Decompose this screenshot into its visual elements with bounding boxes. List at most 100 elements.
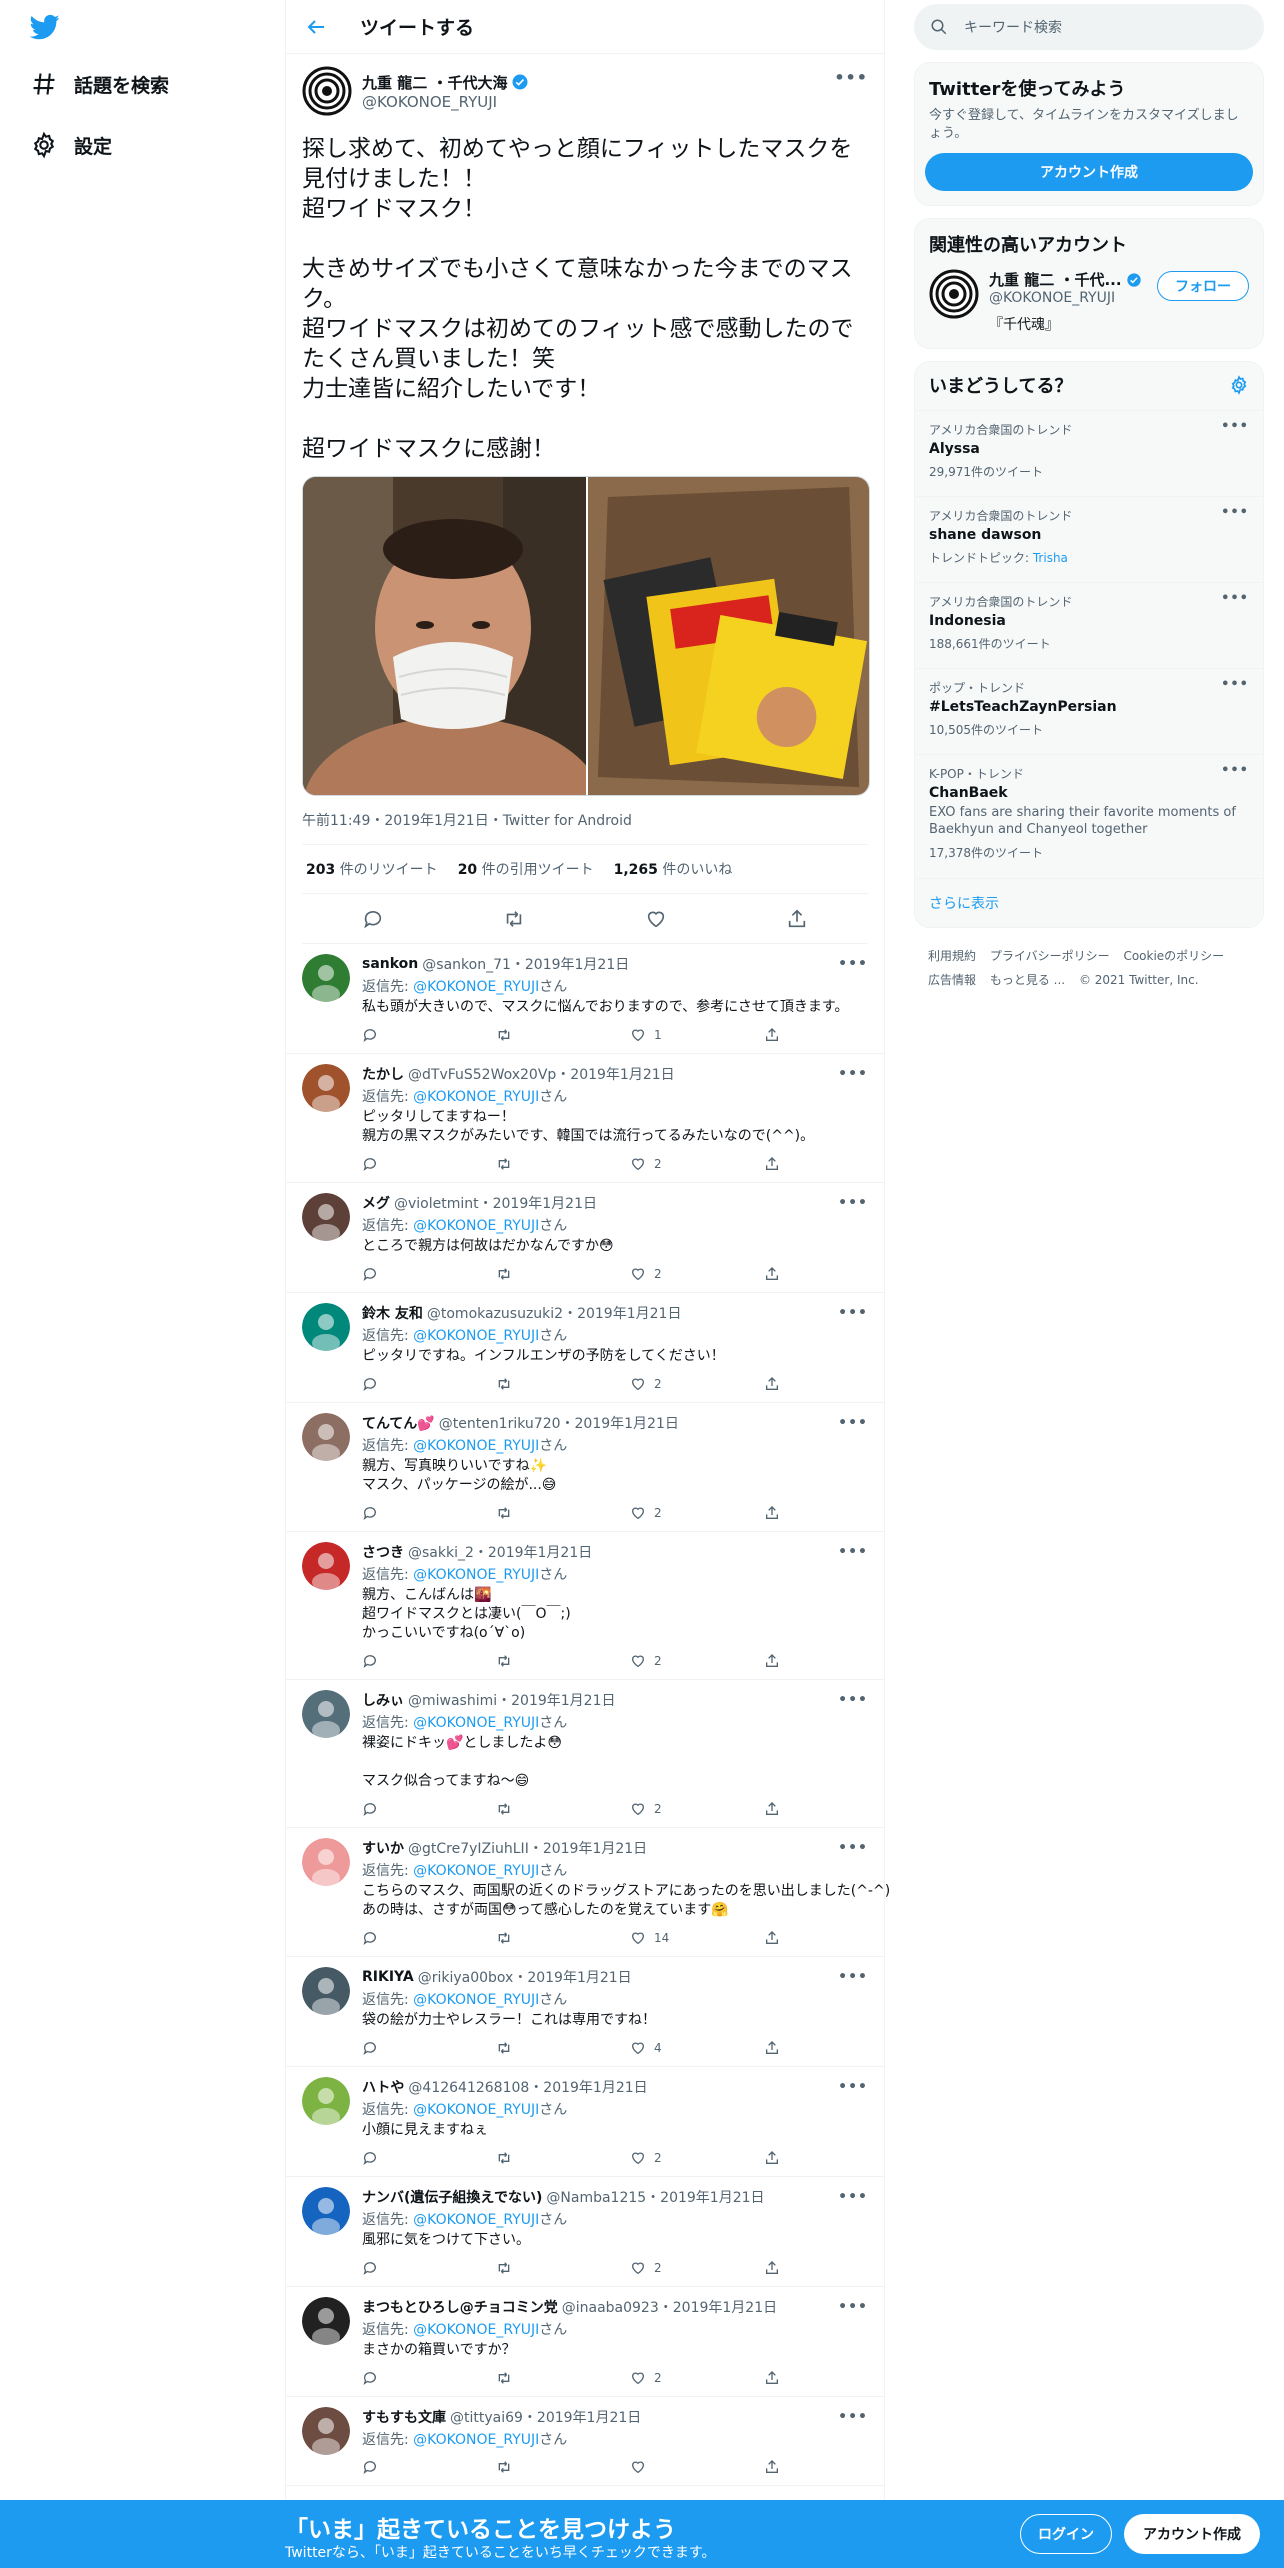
reply-to-handle[interactable]: @KOKONOE_RYUJI <box>413 1992 539 2008</box>
reply-icon[interactable] <box>362 2459 496 2475</box>
more-icon[interactable]: ••• <box>838 1066 868 1082</box>
like-icon[interactable]: 2 <box>630 1376 764 1392</box>
photo-man-with-mask[interactable] <box>303 477 586 795</box>
reply-tweet[interactable]: メグ @violetmint・2019年1月21日 返信先: @KOKONOE_… <box>286 1183 884 1293</box>
reply-meta[interactable]: @Namba1215・2019年1月21日 <box>546 2187 764 2207</box>
reply-tweet[interactable]: ハトや @412641268108・2019年1月21日 返信先: @KOKON… <box>286 2067 884 2177</box>
like-icon[interactable]: 2 <box>630 1266 764 1282</box>
reply-icon[interactable] <box>362 1653 496 1669</box>
avatar[interactable] <box>302 2077 350 2125</box>
reply-author-name[interactable]: まつもとひろし@チョコミン党 <box>362 2297 558 2317</box>
reply-tweet[interactable]: しみぃ @miwashimi・2019年1月21日 返信先: @KOKONOE_… <box>286 1680 884 1828</box>
reply-tweet[interactable]: すもすも文庫 @tittyai69・2019年1月21日 返信先: @KOKON… <box>286 2397 884 2486</box>
share-icon[interactable] <box>764 1027 898 1043</box>
like-icon[interactable] <box>645 908 667 930</box>
create-account-button[interactable]: アカウント作成 <box>925 153 1253 191</box>
back-arrow-icon[interactable] <box>304 15 328 39</box>
like-icon[interactable]: 2 <box>630 2150 764 2166</box>
share-icon[interactable] <box>764 1653 898 1669</box>
more-icon[interactable]: ••• <box>838 2409 868 2425</box>
reply-meta[interactable]: @dTvFuS52Wox20Vp・2019年1月21日 <box>408 1064 675 1084</box>
reply-meta[interactable]: @inaaba0923・2019年1月21日 <box>562 2297 777 2317</box>
like-icon[interactable]: 2 <box>630 2370 764 2386</box>
reply-icon[interactable] <box>362 1505 496 1521</box>
reply-meta[interactable]: @sankon_71・2019年1月21日 <box>422 954 629 974</box>
quote-count[interactable]: 20 件の引用ツイート <box>458 859 594 879</box>
retweet-icon[interactable] <box>496 1801 630 1817</box>
reply-to-handle[interactable]: @KOKONOE_RYUJI <box>413 1715 539 1731</box>
retweet-icon[interactable] <box>496 1505 630 1521</box>
reply-tweet[interactable]: RIKIYA @rikiya00box・2019年1月21日 返信先: @KOK… <box>286 1957 884 2067</box>
author-name[interactable]: 九重 龍二 ・千代大海 <box>362 72 529 93</box>
reply-meta[interactable]: @412641268108・2019年1月21日 <box>408 2077 647 2097</box>
avatar[interactable] <box>302 1967 350 2015</box>
share-icon[interactable] <box>764 2459 898 2475</box>
author-handle[interactable]: @KOKONOE_RYUJI <box>362 93 529 111</box>
reply-to-handle[interactable]: @KOKONOE_RYUJI <box>413 2322 539 2338</box>
retweet-icon[interactable] <box>496 2260 630 2276</box>
reply-icon[interactable] <box>362 2260 496 2276</box>
footer-link[interactable]: 広告情報 <box>928 973 976 987</box>
reply-tweet[interactable]: まつもとひろし@チョコミン党 @inaaba0923・2019年1月21日 返信… <box>286 2287 884 2397</box>
reply-meta[interactable]: @tomokazusuzuki2・2019年1月21日 <box>427 1303 682 1323</box>
reply-meta[interactable]: @tenten1riku720・2019年1月21日 <box>439 1413 679 1433</box>
more-icon[interactable]: ••• <box>838 1415 868 1431</box>
reply-tweet[interactable]: すいか @gtCre7yIZiuhLII・2019年1月21日 返信先: @KO… <box>286 1828 890 1957</box>
reply-tweet[interactable]: さつき @sakki_2・2019年1月21日 返信先: @KOKONOE_RY… <box>286 1532 884 1680</box>
like-icon[interactable]: 2 <box>630 1156 764 1172</box>
retweet-icon[interactable] <box>503 908 525 930</box>
avatar[interactable] <box>302 1303 350 1351</box>
reply-author-name[interactable]: sankon <box>362 956 418 972</box>
reply-icon[interactable] <box>362 2040 496 2056</box>
reply-icon[interactable] <box>362 2150 496 2166</box>
trend-item[interactable]: ポップ・トレンド #LetsTeachZaynPersian 10,505件のツイ… <box>915 669 1263 755</box>
more-icon[interactable]: ••• <box>1221 419 1249 434</box>
more-icon[interactable]: ••• <box>838 2189 868 2205</box>
share-icon[interactable] <box>764 1505 898 1521</box>
trend-item[interactable]: アメリカ合衆国のトレンド Alyssa 29,971件のツイート ••• <box>915 411 1263 497</box>
reply-tweet[interactable]: sankon @sankon_71・2019年1月21日 返信先: @KOKON… <box>286 944 884 1054</box>
retweet-icon[interactable] <box>496 1653 630 1669</box>
reply-icon[interactable] <box>362 908 384 930</box>
footer-link[interactable]: もっと見る ... <box>990 973 1065 987</box>
share-icon[interactable] <box>764 1801 898 1817</box>
reply-meta[interactable]: @rikiya00box・2019年1月21日 <box>418 1967 632 1987</box>
more-icon[interactable]: ••• <box>838 1692 868 1708</box>
retweet-icon[interactable] <box>496 1266 630 1282</box>
avatar[interactable] <box>302 1838 350 1886</box>
reply-icon[interactable] <box>362 1027 496 1043</box>
tweet-timestamp[interactable]: 午前11:49・2019年1月21日・Twitter for Android <box>302 810 868 845</box>
reply-author-name[interactable]: ナンバ(遺伝子組換えでない) <box>362 2187 542 2207</box>
reply-author-name[interactable]: しみぃ <box>362 1690 404 1710</box>
reply-meta[interactable]: @tittyai69・2019年1月21日 <box>450 2407 641 2427</box>
trend-item[interactable]: K-POP・トレンド ChanBaek EXO fans are sharing … <box>915 755 1263 879</box>
reply-tweet[interactable]: たかし @dTvFuS52Wox20Vp・2019年1月21日 返信先: @KO… <box>286 1054 884 1183</box>
retweet-icon[interactable] <box>496 2459 630 2475</box>
reply-meta[interactable]: @gtCre7yIZiuhLII・2019年1月21日 <box>408 1838 647 1858</box>
reply-author-name[interactable]: さつき <box>362 1542 404 1562</box>
trend-item[interactable]: アメリカ合衆国のトレンド shane dawson トレンドトピック: Trish… <box>915 497 1263 583</box>
related-name[interactable]: 九重 龍二 ・千代... <box>989 269 1142 290</box>
reply-to-handle[interactable]: @KOKONOE_RYUJI <box>413 1863 539 1879</box>
share-icon[interactable] <box>764 2260 898 2276</box>
trend-item[interactable]: アメリカ合衆国のトレンド Indonesia 188,661件のツイート ••• <box>915 583 1263 669</box>
follow-button[interactable]: フォロー <box>1157 271 1249 301</box>
more-icon[interactable]: ••• <box>1221 677 1249 692</box>
footer-link[interactable]: 利用規約 <box>928 949 976 963</box>
avatar[interactable] <box>302 1542 350 1590</box>
share-icon[interactable] <box>786 908 808 930</box>
retweet-icon[interactable] <box>496 2040 630 2056</box>
reply-meta[interactable]: @sakki_2・2019年1月21日 <box>408 1542 592 1562</box>
reply-to-handle[interactable]: @KOKONOE_RYUJI <box>413 1089 539 1105</box>
like-count[interactable]: 1,265 件のいいね <box>614 859 733 879</box>
tweet-media[interactable] <box>302 476 870 796</box>
like-icon[interactable]: 2 <box>630 1653 764 1669</box>
share-icon[interactable] <box>764 2040 898 2056</box>
reply-author-name[interactable]: たかし <box>362 1064 404 1084</box>
share-icon[interactable] <box>764 2150 898 2166</box>
reply-tweet[interactable]: ナンバ(遺伝子組換えでない) @Namba1215・2019年1月21日 返信先… <box>286 2177 884 2287</box>
more-icon[interactable]: ••• <box>838 1195 868 1211</box>
reply-to-handle[interactable]: @KOKONOE_RYUJI <box>413 979 539 995</box>
trend-topic-link[interactable]: Trisha <box>1033 551 1068 565</box>
reply-to-handle[interactable]: @KOKONOE_RYUJI <box>413 1328 539 1344</box>
